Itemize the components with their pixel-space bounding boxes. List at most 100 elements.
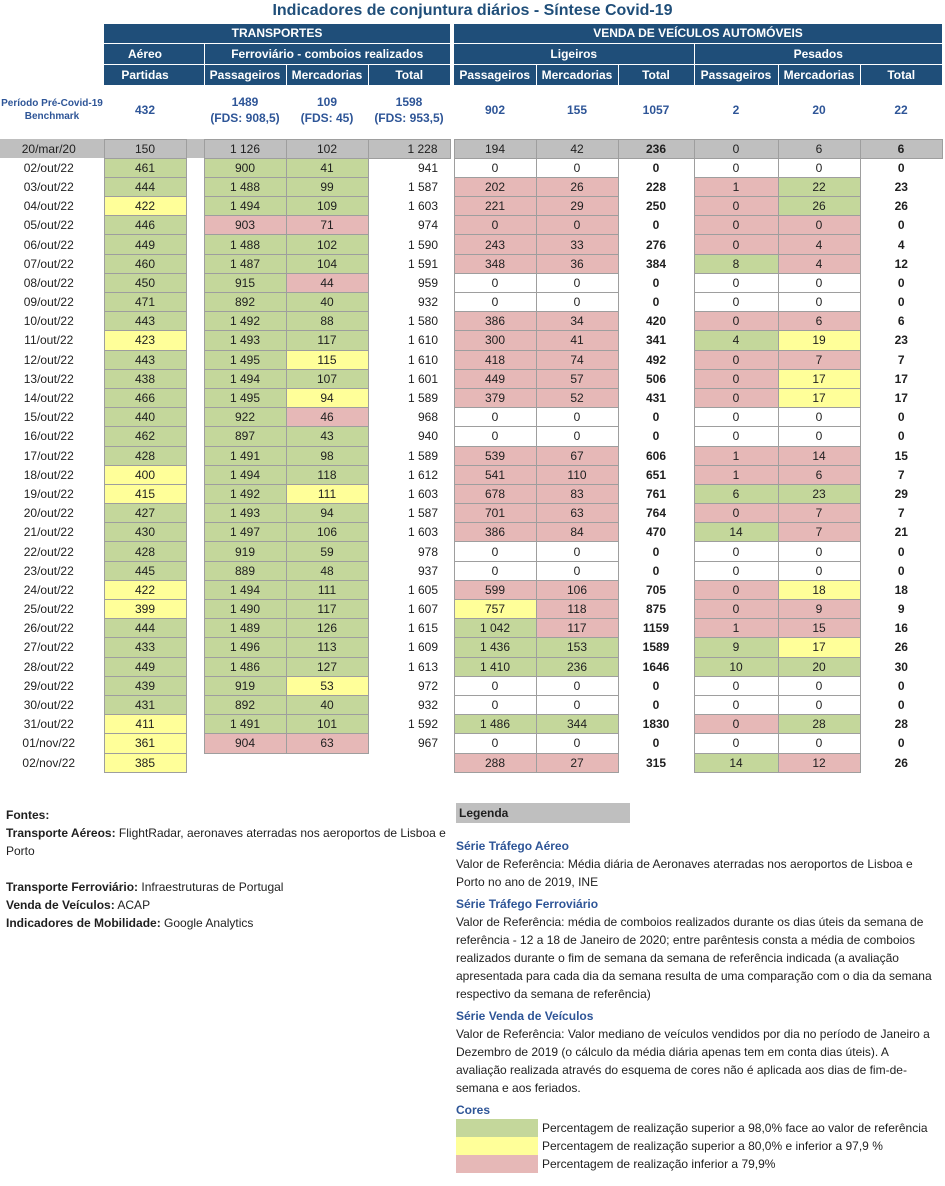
cell-pes-total: 0 — [897, 218, 905, 233]
benchmark-label: Período Pré-Covid-19 Benchmark — [1, 98, 103, 122]
cell-lig-passageiros: 1 410 — [453, 656, 537, 677]
cell-fer-mercadorias: 104 — [285, 253, 369, 274]
sources-section: Fontes: Transporte Aéreos: FlightRadar, … — [6, 806, 446, 932]
cell-lig-passageiros: 541 — [453, 464, 537, 485]
cell-pes-mercadorias: 6 — [777, 311, 861, 332]
cell-fer-mercadorias: 46 — [285, 407, 369, 428]
cell-lig-passageiros: 243 — [453, 234, 537, 255]
source-aereo: Transporte Aéreos: FlightRadar, aeronave… — [6, 826, 446, 858]
cell-pes-mercadorias: 17 — [777, 368, 861, 389]
page-title: Indicadores de conjuntura diários - Sínt… — [272, 2, 673, 19]
cell-pes-total: 29 — [894, 486, 908, 501]
cell-lig-mercadorias: 83 — [535, 483, 619, 505]
cell-pes-passageiros: 0 — [693, 503, 779, 524]
cell-fer-passageiros: 915 — [203, 272, 287, 294]
cell-lig-total: 606 — [645, 448, 667, 463]
cell-fer-passageiros: 903 — [203, 215, 287, 236]
row-date: 06/out/22 — [23, 237, 74, 252]
cell-lig-passageiros: 0 — [453, 407, 537, 428]
row-date: 03/out/22 — [23, 179, 74, 194]
cell-fer-total: 1 228 — [367, 138, 451, 159]
row-date: 02/nov/22 — [22, 755, 76, 770]
row-date: 09/out/22 — [23, 295, 74, 310]
table-row: 13/out/22 438 1 494 107 1 601 449 57 506 0 17 17 — [0, 368, 942, 389]
table-row: 15/out/22 440 922 46 968 0 0 0 0 0 0 — [0, 407, 942, 428]
header-aereo: Aéreo — [104, 42, 186, 64]
cell-fer-passageiros: 919 — [203, 675, 287, 696]
cell-lig-mercadorias: 42 — [535, 138, 619, 159]
cell-pes-passageiros: 0 — [693, 349, 779, 370]
source-venda: Venda de Veículos: ACAP — [6, 898, 151, 912]
benchmark-lig-total: 1057 — [642, 103, 670, 117]
header-lig-passageiros: Passageiros — [454, 63, 537, 85]
cell-pes-passageiros: 1 — [693, 618, 779, 639]
table-row: 06/out/22 449 1 488 102 1 590 243 33 276 0 4 4 — [0, 234, 942, 255]
header-pes-passageiros: Passageiros — [694, 63, 779, 85]
cell-aereo-partidas: 438 — [103, 368, 187, 389]
cell-lig-passageiros: 0 — [453, 291, 537, 313]
cell-fer-mercadorias: 117 — [285, 598, 369, 620]
cell-fer-mercadorias: 117 — [285, 330, 369, 351]
row-date: 04/out/22 — [23, 199, 74, 214]
cell-lig-mercadorias: 0 — [535, 157, 619, 178]
cell-pes-mercadorias: 28 — [777, 714, 861, 735]
row-date: 20/mar/20 — [0, 139, 104, 159]
pink-swatch — [456, 1155, 538, 1173]
cell-pes-total: 7 — [897, 506, 905, 521]
cell-lig-total: 315 — [645, 755, 667, 770]
cell-pes-total: 0 — [897, 698, 905, 713]
header-partidas: Partidas — [104, 63, 186, 85]
cell-fer-passageiros: 897 — [203, 426, 287, 447]
cell-fer-mercadorias: 40 — [285, 291, 369, 313]
cell-lig-total: 236 — [617, 138, 695, 159]
cell-fer-total: 941 — [417, 161, 438, 176]
cell-fer-passageiros: 900 — [203, 157, 287, 178]
table-row: 23/out/22 445 889 48 937 0 0 0 0 0 0 — [0, 560, 942, 581]
cell-fer-passageiros: 1 487 — [203, 253, 287, 274]
row-date: 31/out/22 — [23, 717, 74, 732]
cell-pes-mercadorias: 12 — [777, 752, 861, 773]
cell-pes-total: 16 — [894, 621, 908, 636]
cell-pes-passageiros: 8 — [693, 253, 779, 274]
cell-aereo-partidas: 449 — [103, 234, 187, 255]
cell-fer-mercadorias: 40 — [285, 694, 369, 716]
cell-lig-passageiros: 300 — [453, 330, 537, 351]
cell-fer-total: 1 615 — [407, 621, 438, 636]
cell-fer-total: 1 603 — [407, 486, 438, 501]
cell-pes-total: 23 — [894, 179, 908, 194]
cell-pes-passageiros: 0 — [693, 215, 779, 236]
header-ligeiros: Ligeiros — [454, 42, 695, 64]
cell-lig-mercadorias: 0 — [535, 407, 619, 428]
cell-pes-passageiros: 0 — [693, 138, 779, 159]
cell-aereo-partidas: 422 — [103, 196, 187, 217]
cell-fer-passageiros: 922 — [203, 407, 287, 428]
legend-aereo-text: Valor de Referência: Média diária de Aer… — [456, 857, 913, 889]
cell-fer-mercadorias: 115 — [285, 349, 369, 370]
row-date: 14/out/22 — [23, 391, 74, 406]
cell-fer-passageiros: 1 497 — [203, 522, 287, 543]
row-date: 28/out/22 — [23, 659, 74, 674]
cell-pes-passageiros: 0 — [693, 311, 779, 332]
cell-lig-passageiros: 288 — [453, 752, 537, 773]
table-row: 07/out/22 460 1 487 104 1 591 348 36 384 8 4 12 — [0, 253, 942, 274]
row-date: 22/out/22 — [23, 544, 74, 559]
table-row: 21/out/22 430 1 497 106 1 603 386 84 470 14 7 21 — [0, 522, 942, 543]
cell-lig-total: 0 — [652, 295, 660, 310]
table-row: 22/out/22 428 919 59 978 0 0 0 0 0 0 — [0, 541, 942, 562]
header-fer-passageiros: Passageiros — [204, 63, 287, 85]
cell-aereo-partidas: 440 — [103, 407, 187, 428]
cell-fer-total: 1 607 — [407, 602, 438, 617]
cell-lig-passageiros: 418 — [453, 349, 537, 370]
legend-color-green: Percentagem de realização superior a 98,… — [456, 1119, 942, 1137]
cell-pes-mercadorias: 26 — [777, 196, 861, 217]
benchmark-lig-mercadorias: 155 — [566, 103, 588, 117]
cell-fer-passageiros: 1 488 — [203, 234, 287, 255]
cell-lig-mercadorias: 0 — [535, 560, 619, 581]
cell-lig-passageiros: 0 — [453, 426, 537, 447]
table-row: 04/out/22 422 1 494 109 1 603 221 29 250 0 26 26 — [0, 196, 942, 217]
cell-fer-mercadorias: 127 — [285, 656, 369, 677]
table-row: 09/out/22 471 892 40 932 0 0 0 0 0 0 — [0, 291, 942, 313]
cell-lig-total: 0 — [652, 410, 660, 425]
cell-lig-mercadorias: 52 — [535, 387, 619, 409]
cell-lig-total: 276 — [645, 237, 667, 252]
